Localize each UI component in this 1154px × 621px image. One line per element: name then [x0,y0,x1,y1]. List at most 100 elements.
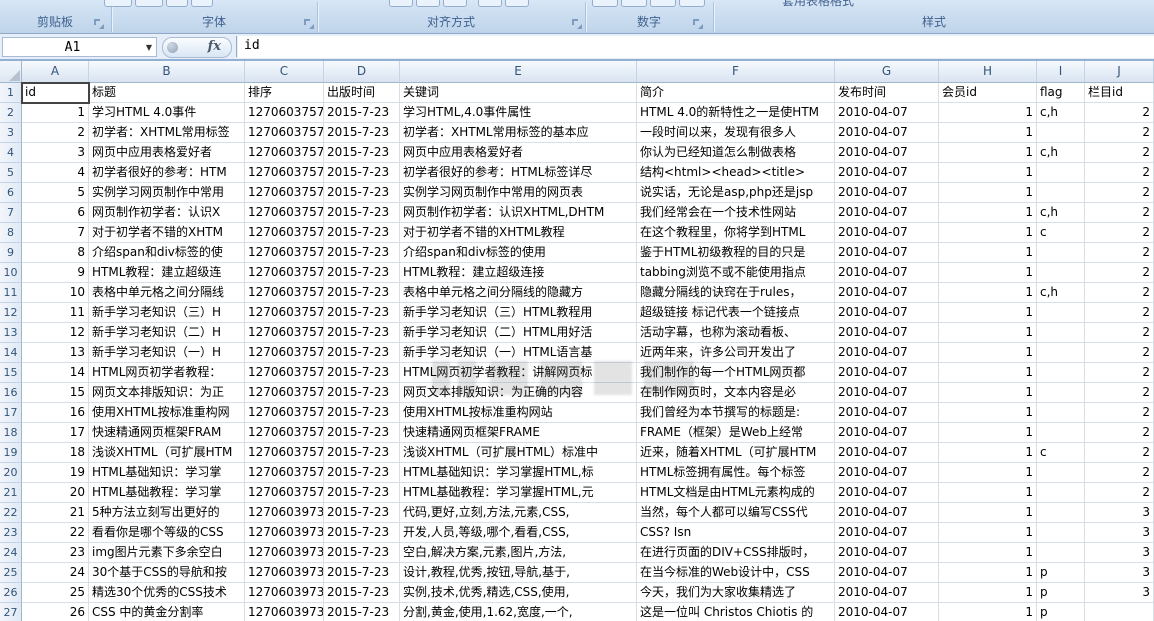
cell-E26[interactable]: 实例,技术,优秀,精选,CSS,使用, [400,583,637,603]
cell-C1[interactable]: 排序 [245,83,324,103]
cell-D8[interactable]: 2015-7-23 [324,223,400,243]
cell-B26[interactable]: 精选30个优秀的CSS技术 [89,583,245,603]
insert-function-button[interactable]: fx [162,37,232,58]
cell-G21[interactable]: 2010-04-07 [835,483,939,503]
cell-I7[interactable]: c,h [1037,203,1085,223]
cell-A7[interactable]: 6 [22,203,89,223]
ribbon-control-partial[interactable] [416,0,440,7]
cell-E21[interactable]: HTML基础教程：学习掌握HTML,元 [400,483,637,503]
cell-D4[interactable]: 2015-7-23 [324,143,400,163]
column-header-F[interactable]: F [637,61,835,83]
cell-G15[interactable]: 2010-04-07 [835,363,939,383]
cell-B13[interactable]: 新手学习老知识（二）H [89,323,245,343]
cell-G11[interactable]: 2010-04-07 [835,283,939,303]
cell-C4[interactable]: 1270603757 [245,143,324,163]
cell-F21[interactable]: HTML文档是由HTML元素构成的 [637,483,835,503]
cell-D27[interactable]: 2015-7-23 [324,603,400,621]
cell-G4[interactable]: 2010-04-07 [835,143,939,163]
cell-A9[interactable]: 8 [22,243,89,263]
cell-A8[interactable]: 7 [22,223,89,243]
cell-I4[interactable]: c,h [1037,143,1085,163]
cell-H19[interactable]: 1 [939,443,1037,463]
cell-I23[interactable] [1037,523,1085,543]
dialog-launcher-icon-font[interactable] [304,19,314,29]
cell-A27[interactable]: 26 [22,603,89,621]
cell-H2[interactable]: 1 [939,103,1037,123]
cell-A15[interactable]: 14 [22,363,89,383]
cell-J5[interactable]: 2 [1085,163,1154,183]
cell-J10[interactable]: 2 [1085,263,1154,283]
cell-C2[interactable]: 1270603757 [245,103,324,123]
cell-J15[interactable]: 2 [1085,363,1154,383]
cell-I8[interactable]: c [1037,223,1085,243]
cell-G19[interactable]: 2010-04-07 [835,443,939,463]
cell-A2[interactable]: 1 [22,103,89,123]
cell-A5[interactable]: 4 [22,163,89,183]
cell-E8[interactable]: 对于初学者不错的XHTML教程 [400,223,637,243]
cell-D2[interactable]: 2015-7-23 [324,103,400,123]
cell-C23[interactable]: 1270603973 [245,523,324,543]
cell-I20[interactable] [1037,463,1085,483]
dialog-launcher-icon-number[interactable] [693,19,703,29]
cell-E3[interactable]: 初学者：XHTML常用标签的基本应 [400,123,637,143]
cell-H18[interactable]: 1 [939,423,1037,443]
cell-J16[interactable]: 2 [1085,383,1154,403]
row-header-10[interactable]: 10 [0,263,22,283]
cell-F9[interactable]: 鉴于HTML初级教程的目的只是 [637,243,835,263]
cell-D14[interactable]: 2015-7-23 [324,343,400,363]
cell-A26[interactable]: 25 [22,583,89,603]
cell-E18[interactable]: 快速精通网页框架FRAME [400,423,637,443]
cell-F1[interactable]: 简介 [637,83,835,103]
column-header-E[interactable]: E [400,61,637,83]
cell-E1[interactable]: 关键词 [400,83,637,103]
cell-E16[interactable]: 网页文本排版知识：为正确的内容 [400,383,637,403]
cell-E19[interactable]: 浅谈XHTML（可扩展HTML）标准中 [400,443,637,463]
cell-C9[interactable]: 1270603757 [245,243,324,263]
cell-F18[interactable]: FRAME（框架）是Web上经常 [637,423,835,443]
cell-B17[interactable]: 使用XHTML按标准重构网 [89,403,245,423]
cell-B10[interactable]: HTML教程：建立超级连 [89,263,245,283]
column-header-G[interactable]: G [835,61,939,83]
row-header-1[interactable]: 1 [0,83,22,103]
cell-F22[interactable]: 当然，每个人都可以编写CSS代 [637,503,835,523]
cell-F7[interactable]: 我们经常会在一个技术性网站 [637,203,835,223]
cell-A25[interactable]: 24 [22,563,89,583]
cell-D11[interactable]: 2015-7-23 [324,283,400,303]
cell-J23[interactable]: 3 [1085,523,1154,543]
cell-C26[interactable]: 1270603973 [245,583,324,603]
cell-B18[interactable]: 快速精通网页框架FRAM [89,423,245,443]
cell-B9[interactable]: 介绍span和div标签的使 [89,243,245,263]
row-header-12[interactable]: 12 [0,303,22,323]
cell-B24[interactable]: img图片元素下多余空白 [89,543,245,563]
cell-I6[interactable] [1037,183,1085,203]
cell-G12[interactable]: 2010-04-07 [835,303,939,323]
cell-I26[interactable]: p [1037,583,1085,603]
cell-E5[interactable]: 初学者很好的参考：HTML标签详尽 [400,163,637,183]
cell-H4[interactable]: 1 [939,143,1037,163]
row-header-27[interactable]: 27 [0,603,22,621]
cell-C18[interactable]: 1270603757 [245,423,324,443]
cell-D18[interactable]: 2015-7-23 [324,423,400,443]
cell-J21[interactable]: 2 [1085,483,1154,503]
cell-G5[interactable]: 2010-04-07 [835,163,939,183]
cell-C11[interactable]: 1270603757 [245,283,324,303]
cell-E4[interactable]: 网页中应用表格爱好者 [400,143,637,163]
cell-E20[interactable]: HTML基础知识：学习掌握HTML,标 [400,463,637,483]
cell-I18[interactable] [1037,423,1085,443]
cell-G14[interactable]: 2010-04-07 [835,343,939,363]
row-header-19[interactable]: 19 [0,443,22,463]
cell-E17[interactable]: 使用XHTML按标准重构网站 [400,403,637,423]
cell-D6[interactable]: 2015-7-23 [324,183,400,203]
cell-G7[interactable]: 2010-04-07 [835,203,939,223]
cell-G2[interactable]: 2010-04-07 [835,103,939,123]
cell-D10[interactable]: 2015-7-23 [324,263,400,283]
column-header-H[interactable]: H [939,61,1037,83]
column-header-B[interactable]: B [89,61,245,83]
cell-A21[interactable]: 20 [22,483,89,503]
cell-D5[interactable]: 2015-7-23 [324,163,400,183]
cell-C20[interactable]: 1270603757 [245,463,324,483]
cell-F13[interactable]: 活动字幕，也称为滚动看板、 [637,323,835,343]
cell-H23[interactable]: 1 [939,523,1037,543]
row-header-23[interactable]: 23 [0,523,22,543]
cell-E27[interactable]: 分割,黄金,使用,1.62,宽度,一个, [400,603,637,621]
